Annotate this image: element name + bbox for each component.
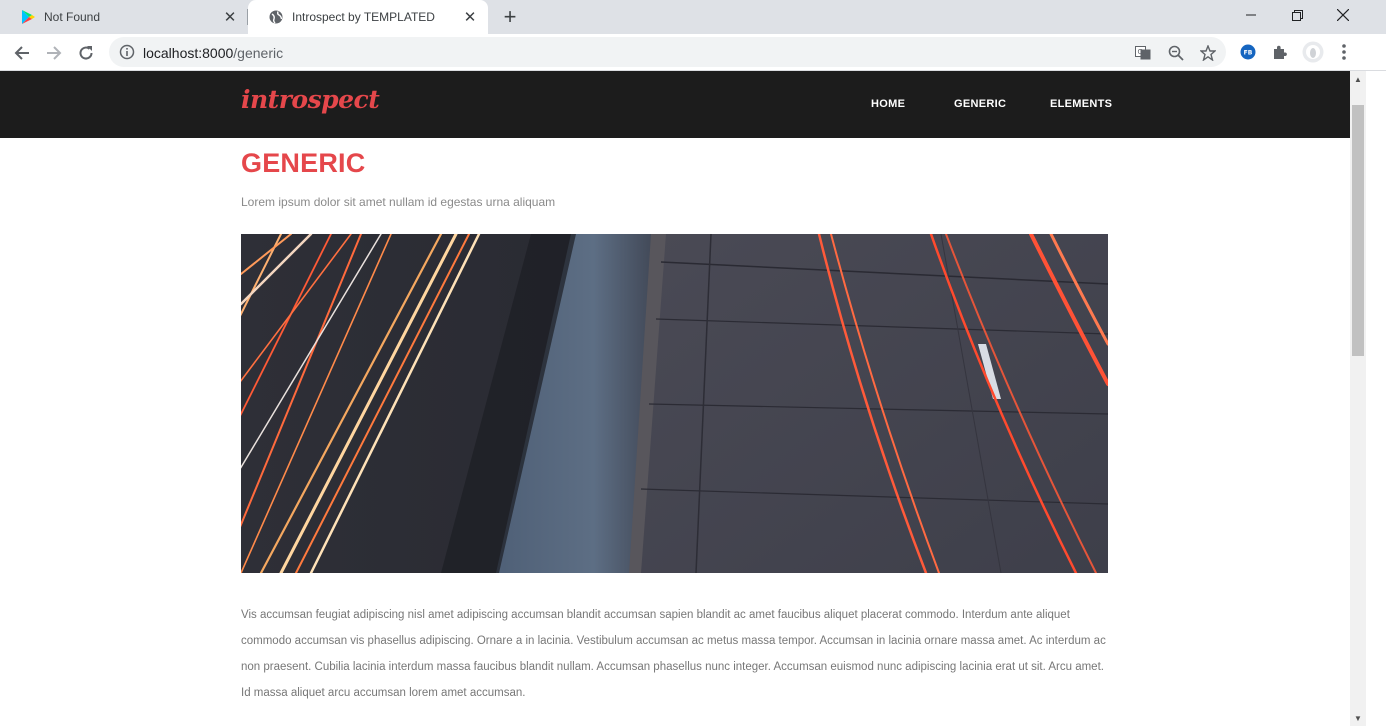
globe-icon <box>268 9 284 25</box>
reload-icon[interactable] <box>72 39 100 67</box>
restore-icon[interactable] <box>1274 0 1320 30</box>
play-store-icon <box>20 9 36 25</box>
zoom-icon[interactable] <box>1167 44 1185 62</box>
close-window-icon[interactable] <box>1320 0 1366 30</box>
tab-title: Introspect by TEMPLATED <box>292 10 435 24</box>
url-path: /generic <box>233 45 284 61</box>
page-viewport: introspect HOME GENERIC ELEMENTS GENERIC… <box>0 71 1366 726</box>
page-title: GENERIC <box>241 148 366 178</box>
hero-image <box>241 234 1108 573</box>
forward-icon[interactable] <box>40 39 68 67</box>
tab-strip: Not Found ✕ Introspect by TEMPLATED ✕ + <box>0 0 1386 34</box>
scroll-up-arrow-icon[interactable]: ▲ <box>1350 71 1366 87</box>
browser-menu-icon[interactable] <box>1335 43 1353 61</box>
close-tab-icon[interactable]: ✕ <box>460 7 480 27</box>
window-edge <box>1366 71 1386 726</box>
extension-badge: FB <box>1244 50 1253 57</box>
extension-fb-icon[interactable]: FB <box>1239 43 1257 61</box>
browser-toolbar: localhost:8000/generic G FB <box>0 34 1386 71</box>
profile-avatar-icon[interactable] <box>1301 40 1325 64</box>
scroll-thumb[interactable] <box>1352 105 1364 356</box>
site-header: introspect HOME GENERIC ELEMENTS <box>0 71 1350 138</box>
bookmark-star-icon[interactable] <box>1199 44 1217 62</box>
body-paragraph: Vis accumsan feugiat adipiscing nisl ame… <box>241 609 1106 699</box>
back-icon[interactable] <box>8 39 36 67</box>
nav-home[interactable]: HOME <box>871 98 905 110</box>
svg-text:G: G <box>1138 48 1143 56</box>
close-tab-icon[interactable]: ✕ <box>220 7 240 27</box>
tab-title: Not Found <box>44 10 101 24</box>
page-subtitle: Lorem ipsum dolor sit amet nullam id ege… <box>241 195 556 209</box>
site-logo[interactable]: introspect <box>241 85 380 114</box>
info-icon[interactable] <box>119 44 135 60</box>
minimize-icon[interactable] <box>1228 0 1274 30</box>
tab-not-found[interactable]: Not Found ✕ <box>0 0 248 34</box>
page-scrollbar[interactable]: ▲ ▼ <box>1350 71 1366 726</box>
new-tab-icon[interactable]: + <box>498 4 522 29</box>
translate-icon[interactable]: G <box>1134 44 1152 62</box>
url-host: localhost:8000 <box>143 45 234 61</box>
nav-elements[interactable]: ELEMENTS <box>1050 98 1112 110</box>
tab-introspect[interactable]: Introspect by TEMPLATED ✕ <box>248 0 488 34</box>
address-bar[interactable]: localhost:8000/generic G <box>109 37 1226 67</box>
nav-generic[interactable]: GENERIC <box>954 98 1006 110</box>
extensions-puzzle-icon[interactable] <box>1271 43 1289 61</box>
scroll-down-arrow-icon[interactable]: ▼ <box>1350 710 1366 726</box>
url-text[interactable]: localhost:8000/generic <box>143 45 283 61</box>
